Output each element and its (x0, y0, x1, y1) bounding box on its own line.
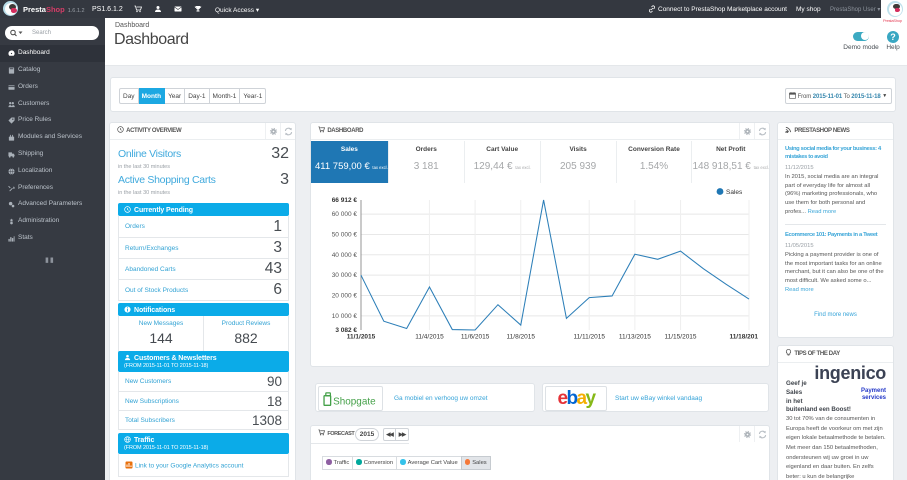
svg-text:10 000 €: 10 000 € (332, 313, 358, 320)
svg-text:50 000 €: 50 000 € (332, 231, 358, 238)
svg-text:11/8/2015: 11/8/2015 (507, 334, 536, 341)
svg-text:Sales: Sales (726, 189, 743, 196)
svg-text:11/13/2015: 11/13/2015 (619, 334, 651, 341)
svg-text:11/1/2015: 11/1/2015 (347, 334, 376, 341)
svg-text:20 000 €: 20 000 € (332, 293, 358, 300)
svg-text:30 000 €: 30 000 € (332, 272, 358, 279)
svg-text:11/11/2015: 11/11/2015 (573, 334, 605, 341)
svg-text:11/15/2015: 11/15/2015 (664, 334, 696, 341)
svg-text:Shopgate: Shopgate (333, 396, 376, 407)
svg-text:60 000 €: 60 000 € (332, 211, 358, 218)
svg-text:11/4/2015: 11/4/2015 (415, 334, 444, 341)
svg-text:40 000 €: 40 000 € (332, 252, 358, 259)
svg-text:11/6/2015: 11/6/2015 (461, 334, 490, 341)
svg-text:66 912 €: 66 912 € (332, 197, 358, 204)
svg-text:11/18/201: 11/18/201 (729, 334, 758, 341)
